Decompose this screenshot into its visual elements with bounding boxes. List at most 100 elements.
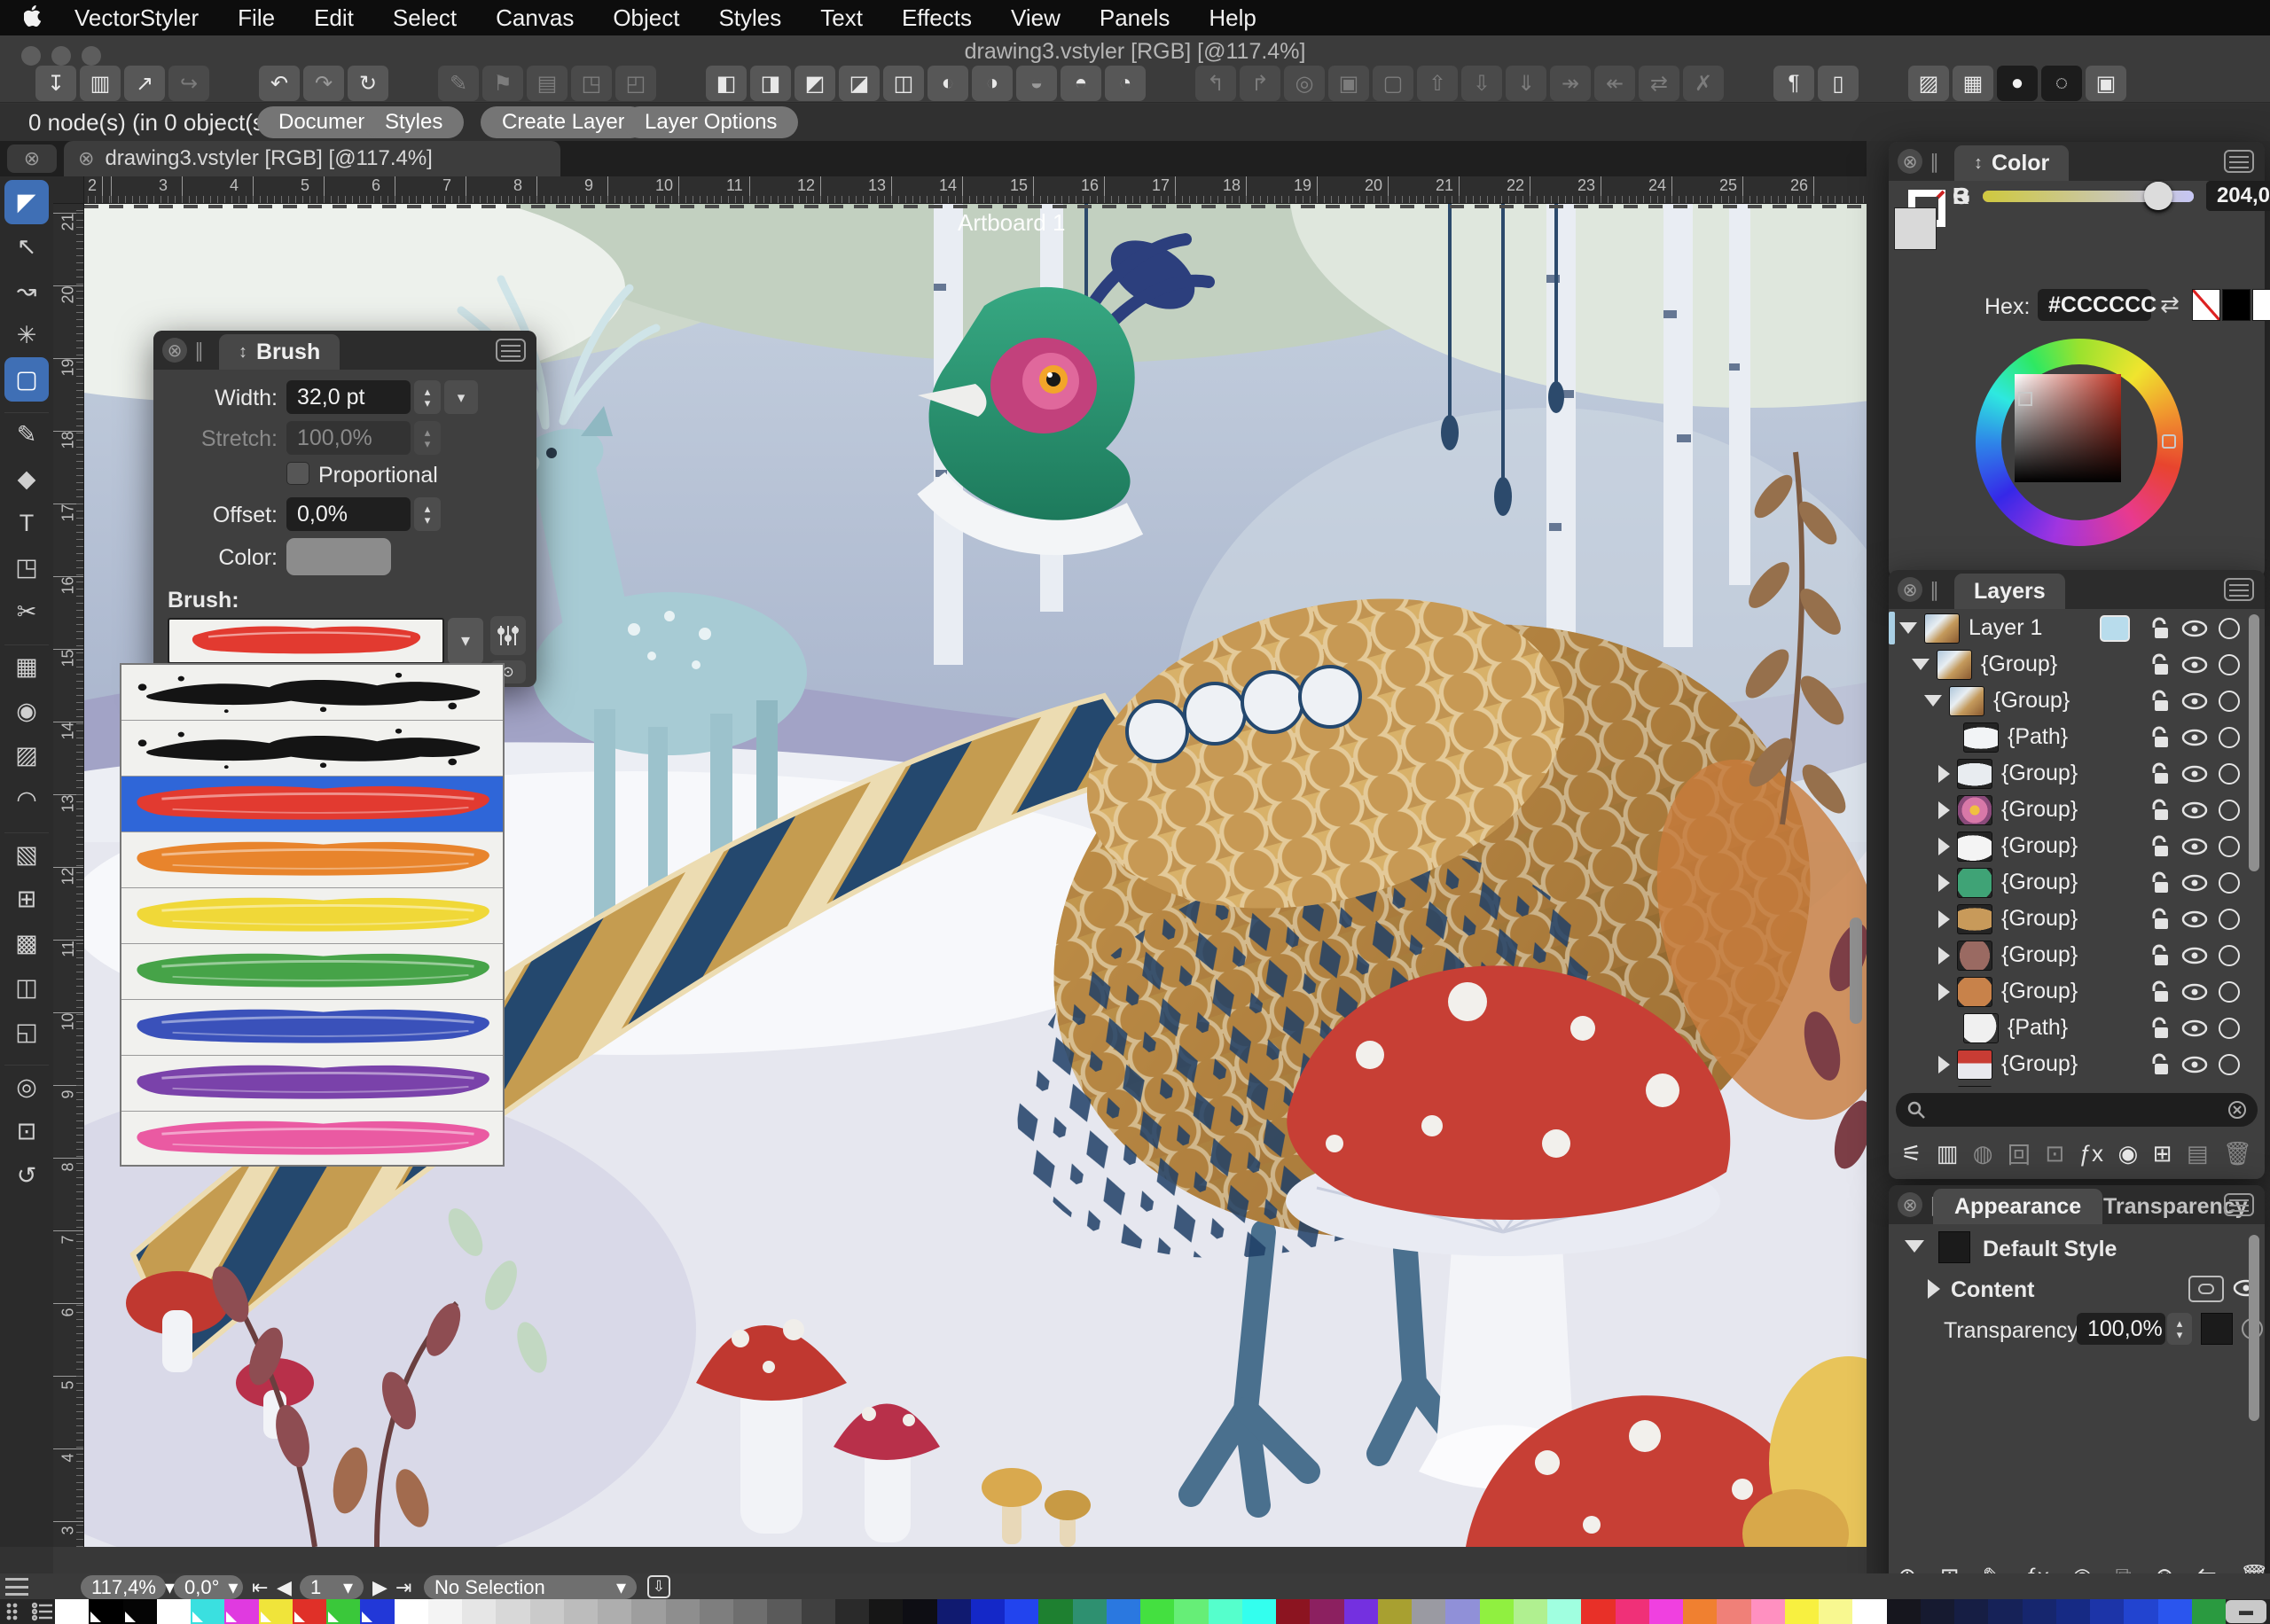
width-input[interactable]: 32,0 pt [286,380,411,414]
color-dial-tool[interactable]: ◎ [4,1065,49,1109]
lock-open-icon[interactable] [2149,980,2171,1003]
panel-menu-icon[interactable] [496,339,526,362]
comment-bubble-icon[interactable]: ▬ [2226,1600,2266,1623]
layer-row[interactable]: {Group} [1889,1082,2265,1087]
color-swatch[interactable] [1276,1599,1310,1624]
target-circle-icon[interactable] [2219,909,2240,930]
layer-row[interactable]: {Group} [1889,646,2265,683]
menu-item[interactable]: Select [377,0,473,35]
color-swatch[interactable] [1174,1599,1208,1624]
forward-button[interactable]: ↠ [1550,66,1591,101]
color-swatch[interactable] [2023,1599,2056,1624]
warp-fan-tool[interactable]: ◠ [4,777,49,822]
brush-dropdown[interactable] [168,618,444,664]
hex-input[interactable]: #CCCCCC [2038,289,2151,321]
distort-tool[interactable]: ✳ [4,313,49,357]
grid-mode-button[interactable]: ▦ [1953,66,1993,101]
vertical-scrollbar[interactable] [1850,917,1862,1024]
first-page-button[interactable]: ⇤ [252,1575,268,1599]
lock-open-icon[interactable] [2149,617,2171,640]
exclude-button[interactable]: ◪ [839,66,880,101]
close-panel-icon[interactable]: ⊗ [1898,1192,1922,1217]
color-swatch[interactable] [1038,1599,1072,1624]
fill-view-button[interactable]: ● [1997,66,2038,101]
visibility-eye-icon[interactable] [2181,655,2208,675]
layer-thumbnail[interactable] [1963,1013,1999,1043]
target-circle-icon[interactable] [2219,1054,2240,1075]
gradient-tool[interactable]: ▧ [4,832,49,877]
node-tool[interactable]: ↖ [4,224,49,269]
panel-layout-button[interactable]: ▣ [2086,66,2126,101]
intersect-button[interactable]: ◩ [794,66,835,101]
width-stepper[interactable]: ▴▾ [414,380,441,414]
lock-open-icon[interactable] [2149,835,2171,858]
layer-row[interactable]: Layer 1 [1889,610,2265,646]
color-swatch[interactable] [1988,1599,2022,1624]
white-swatch[interactable] [2252,289,2270,321]
expand-arrow-icon[interactable] [1928,1279,1940,1299]
crop-layer-icon[interactable]: ⊡ [2045,1140,2064,1167]
target-circle-icon[interactable] [2219,836,2240,857]
backward-button[interactable]: ↞ [1594,66,1635,101]
divide-button[interactable]: ◫ [883,66,924,101]
layers-scrollbar[interactable] [2249,614,2259,871]
color-swatch[interactable] [631,1599,665,1624]
swatch-list-icon[interactable] [32,1602,53,1621]
preview-mode-button[interactable]: ▨ [1908,66,1949,101]
color-panel-tab[interactable]: ↕Color [1954,145,2069,181]
layer-row[interactable]: {Group} [1889,683,2265,719]
hue-marker[interactable] [2162,434,2176,449]
menu-item[interactable]: File [222,0,291,35]
visibility-eye-icon[interactable] [2181,1055,2208,1074]
pin-tool[interactable]: ◉ [4,689,49,733]
drag-handle-icon[interactable]: ∥ [194,340,206,363]
target-circle-icon[interactable] [2219,945,2240,966]
tab-appearance[interactable]: Appearance [1933,1189,2102,1224]
offset-input[interactable]: 0,0% [286,497,411,531]
share-button[interactable]: ↪ [168,66,209,101]
color-swatch[interactable] [598,1599,631,1624]
brush-list-item[interactable] [121,1056,503,1112]
layer-row[interactable]: {Group} [1889,973,2265,1010]
brush-list-item[interactable] [121,832,503,888]
transform-button[interactable]: ◳ [571,66,612,101]
close-all-tabs-button[interactable]: ⊗ [7,144,57,173]
target-circle-icon[interactable] [2219,763,2240,785]
color-swatch[interactable] [326,1599,360,1624]
badge-icon[interactable]: ◍ [1973,1140,1993,1167]
menu-item[interactable]: Text [804,0,879,35]
saturation-marker[interactable] [2018,392,2032,406]
color-swatch[interactable] [157,1599,191,1624]
brush-panel-tab[interactable]: ↕Brush [219,334,340,370]
transparency-stepper[interactable]: ▴▾ [2167,1313,2192,1345]
drag-handle-icon[interactable]: ∥ [1930,151,1941,174]
close-tab-icon[interactable]: ⊗ [78,147,94,170]
color-swatch[interactable] [1140,1599,1174,1624]
lock-open-icon[interactable] [2149,908,2171,931]
menu-item[interactable]: Effects [886,0,988,35]
brush-sliders-icon[interactable] [490,616,526,655]
color-swatch[interactable] [1445,1599,1479,1624]
frame-layer-icon[interactable]: 回 [2008,1137,2031,1170]
previous-page-button[interactable]: ◀ [277,1575,292,1599]
expand-arrow-icon[interactable] [1938,1056,1950,1074]
vertical-ruler[interactable]: 2120191817161514131211109876543 [53,204,84,1547]
width-dropdown-icon[interactable]: ▾ [444,380,478,414]
lock-open-icon[interactable] [2149,762,2171,785]
visibility-eye-icon[interactable] [2181,619,2208,638]
channel-slider[interactable] [1983,191,2194,202]
visibility-eye-icon[interactable] [2181,764,2208,784]
color-swatch[interactable] [1412,1599,1445,1624]
rotate-view-tool[interactable]: ↺ [4,1153,49,1198]
expand-arrow-icon[interactable] [1938,983,1950,1001]
layer-row[interactable]: {Group} [1889,755,2265,792]
visibility-eye-icon[interactable] [2181,837,2208,856]
default-style-swatch[interactable] [1938,1231,1970,1263]
center-button[interactable]: ◎ [1284,66,1325,101]
panel-menu-icon[interactable] [2224,150,2254,173]
visibility-eye-icon[interactable] [2181,691,2208,711]
pen-button[interactable]: ✎ [438,66,479,101]
clear-search-icon[interactable] [2227,1100,2247,1120]
selection-dropdown[interactable]: No Selection▾ [424,1575,637,1599]
color-swatch[interactable] [462,1599,496,1624]
